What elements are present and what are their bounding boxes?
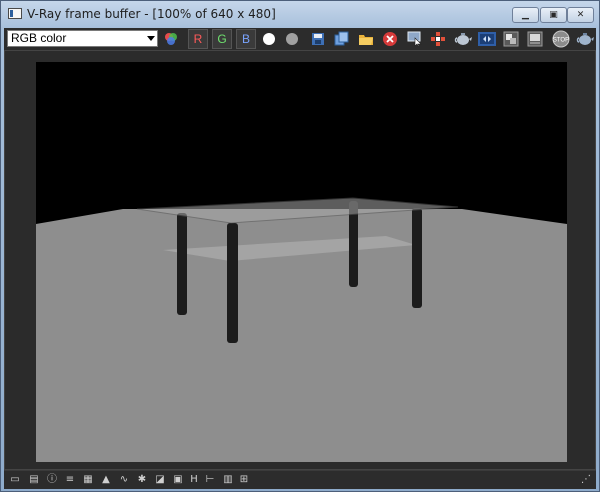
color-wheel-icon[interactable] (162, 30, 180, 48)
h-toggle[interactable]: H (188, 474, 200, 486)
blue-channel-toggle[interactable]: B (236, 29, 256, 49)
stop-icon[interactable]: STOP (552, 30, 570, 48)
gray-circle-icon[interactable] (283, 30, 301, 48)
channel-dropdown-value: RGB color (11, 31, 67, 45)
title-bar[interactable]: V-Ray frame buffer - [100% of 640 x 480]… (1, 1, 599, 27)
correction-icon[interactable]: ▤ (28, 474, 40, 486)
app-window-icon (8, 8, 22, 19)
maximize-button[interactable]: ▣ (540, 7, 567, 23)
green-channel-toggle[interactable]: G (212, 29, 232, 49)
link-icon[interactable] (502, 30, 520, 48)
exposure-icon[interactable]: ✱ (136, 474, 148, 486)
histogram-icon[interactable]: ▲ (100, 474, 112, 486)
render-viewport[interactable] (4, 50, 596, 470)
status-bar: ▭ ▤ ⓘ ≡ ▦ ▲ ∿ ✱ ◪ ▣ H ⊢ ▥ ⊞ ⋰ (4, 470, 596, 489)
window-title: V-Ray frame buffer - [100% of 640 x 480] (27, 7, 276, 21)
vfb-toolbar: RGB color R G B STOP (4, 28, 596, 50)
stop-label: STOP (553, 38, 569, 44)
srgb-icon[interactable]: ◪ (154, 474, 166, 486)
lut-icon[interactable]: ▣ (172, 474, 184, 486)
info-icon[interactable]: ⓘ (46, 474, 58, 486)
close-button[interactable]: ✕ (567, 7, 594, 23)
display-icon[interactable]: ▭ (9, 474, 21, 486)
red-channel-toggle[interactable]: R (188, 29, 208, 49)
levels-icon[interactable]: ≡ (64, 474, 76, 486)
region-render-icon[interactable] (429, 30, 447, 48)
ocio-icon[interactable]: ⊢ (204, 474, 216, 486)
lens-effects-icon[interactable] (478, 30, 496, 48)
lens-icon[interactable]: ⊞ (238, 474, 250, 486)
dropdown-arrow-icon[interactable] (147, 36, 155, 41)
clear-icon[interactable] (381, 30, 399, 48)
folder-icon[interactable] (357, 30, 375, 48)
track-mouse-icon[interactable] (406, 30, 424, 48)
minimize-button[interactable]: ▁ (512, 7, 539, 23)
render-teapot-icon[interactable] (576, 30, 594, 48)
rendered-image (36, 62, 567, 462)
channel-dropdown[interactable]: RGB color (7, 30, 158, 47)
vray-frame-buffer-window: V-Ray frame buffer - [100% of 640 x 480]… (0, 0, 600, 492)
color-balance-icon[interactable]: ▦ (82, 474, 94, 486)
curves-icon[interactable]: ∿ (118, 474, 130, 486)
white-circle-icon[interactable] (260, 30, 278, 48)
save-icon[interactable] (309, 30, 327, 48)
clone-icon[interactable] (333, 30, 351, 48)
resize-grip-icon[interactable]: ⋰ (580, 474, 592, 486)
history-icon[interactable] (526, 30, 544, 48)
teapot-icon[interactable] (454, 30, 472, 48)
compare-icon[interactable]: ▥ (222, 474, 234, 486)
